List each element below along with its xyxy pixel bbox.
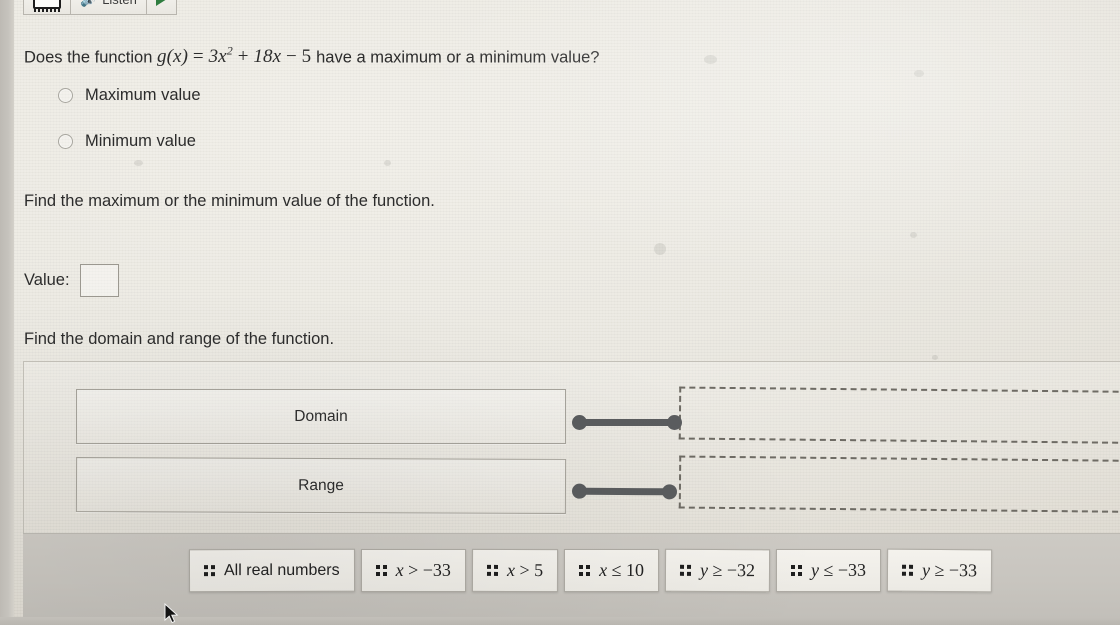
minus-sign: −	[285, 46, 297, 68]
drag-grip-icon[interactable]	[791, 565, 803, 576]
option-label-maximum: Maximum value	[85, 86, 201, 104]
drag-grip-icon[interactable]	[579, 565, 591, 576]
connector-domain	[572, 414, 682, 430]
drag-grip-icon[interactable]	[486, 564, 498, 576]
answer-tile-label: y ≥ −32	[700, 560, 755, 581]
tile-var: x	[506, 559, 515, 580]
answer-tile-x-gt-5[interactable]: x > 5	[471, 548, 559, 593]
speaker-icon: 🔊	[80, 0, 96, 6]
connector-dot-right-domain	[667, 414, 682, 430]
drag-grip-icon[interactable]	[902, 564, 914, 576]
answer-tile-label: All real numbers	[223, 561, 340, 579]
term1-coef: 3	[208, 46, 219, 68]
answer-tile-list: All real numbers x > −33 x > 5 x ≤ 10 y …	[188, 548, 993, 593]
listen-label: Listen	[102, 0, 137, 7]
function-expression: g(x) = 3x2 + 18x − 5	[157, 44, 316, 68]
value-input[interactable]	[79, 264, 119, 297]
connector-bar-range	[584, 487, 665, 495]
tile-num: −33	[837, 560, 867, 580]
find-domain-range-prompt: Find the domain and range of the functio…	[24, 330, 335, 348]
connector-bar-domain	[585, 418, 669, 426]
radio-icon-maximum[interactable]	[58, 88, 73, 103]
equals-sign: =	[192, 46, 204, 68]
answer-tile-all-real-numbers[interactable]: All real numbers	[188, 548, 355, 593]
photo-speck	[932, 355, 938, 360]
option-minimum-value[interactable]: Minimum value	[58, 132, 196, 151]
match-label-domain[interactable]: Domain	[76, 389, 566, 444]
tile-op: >	[408, 560, 419, 580]
tile-op: ≥	[712, 559, 723, 581]
photo-left-border	[0, 0, 14, 625]
answer-tile-y-ge-neg33[interactable]: y ≥ −33	[886, 548, 993, 593]
tile-var: x	[395, 560, 404, 580]
tile-num: 5	[534, 560, 544, 581]
tile-num: −33	[422, 560, 451, 580]
photo-speck	[910, 232, 917, 238]
tile-op: ≤	[611, 560, 622, 580]
drag-grip-icon[interactable]	[679, 564, 691, 576]
play-icon	[155, 0, 167, 6]
tile-num: 10	[625, 560, 644, 580]
question-prefix: Does the function	[24, 48, 153, 67]
answer-tile-label: y ≤ −33	[811, 560, 866, 581]
tile-op: ≤	[823, 560, 834, 580]
matching-panel: Domain Range	[23, 361, 1120, 534]
connector-range	[571, 483, 678, 500]
function-lhs: g(x)	[157, 46, 189, 68]
answer-tile-label: x ≤ 10	[599, 560, 644, 581]
answer-tile-y-ge-neg32[interactable]: y ≥ −32	[664, 548, 771, 593]
play-button[interactable]	[146, 0, 177, 15]
tile-num: −32	[726, 560, 756, 581]
listen-button[interactable]: 🔊 Listen	[71, 0, 147, 15]
keyboard-button[interactable]	[23, 0, 71, 15]
question-text: Does the function g(x) = 3x2 + 18x − 5 h…	[24, 44, 599, 68]
tile-num: −33	[948, 560, 978, 581]
answer-tile-label: x > −33	[396, 560, 451, 581]
match-label-range[interactable]: Range	[75, 457, 567, 514]
match-label-range-text: Range	[298, 476, 344, 494]
mouse-cursor	[164, 603, 179, 624]
tile-var: y	[811, 560, 820, 580]
quiz-page: 🔊 Listen Does the function g(x) = 3x2 + …	[14, 0, 1120, 617]
keyboard-icon	[33, 0, 61, 12]
answer-tile-x-gt-neg33[interactable]: x > −33	[360, 549, 466, 592]
answer-tile-x-le-10[interactable]: x ≤ 10	[564, 549, 659, 592]
term2: 18x	[253, 46, 282, 68]
photo-speck	[134, 160, 143, 166]
tile-var: y	[921, 559, 931, 580]
photo-speck	[654, 243, 666, 255]
tile-op: ≥	[934, 559, 945, 581]
value-row: Value:	[24, 264, 119, 297]
tile-var: x	[599, 560, 608, 580]
answer-tile-y-le-neg33[interactable]: y ≤ −33	[776, 549, 882, 592]
term3: 5	[301, 46, 312, 68]
value-label: Value:	[24, 271, 70, 289]
photo-speck	[914, 70, 924, 77]
connector-dot-right-range	[661, 483, 678, 499]
drag-grip-icon[interactable]	[375, 565, 387, 576]
term1-exponent: 2	[226, 44, 233, 58]
answer-tray: All real numbers x > −33 x > 5 x ≤ 10 y …	[23, 533, 1120, 617]
drag-grip-icon[interactable]	[203, 565, 216, 577]
term1-var: x	[218, 46, 227, 68]
find-value-prompt: Find the maximum or the minimum value of…	[24, 192, 435, 210]
tile-op: >	[519, 560, 530, 581]
answer-tile-label: x > 5	[507, 560, 543, 581]
option-label-minimum: Minimum value	[85, 132, 196, 150]
radio-icon-minimum[interactable]	[58, 134, 73, 149]
photo-speck	[704, 55, 717, 64]
match-label-domain-text: Domain	[294, 407, 348, 425]
drop-zone-domain[interactable]	[678, 386, 1120, 445]
photo-speck	[384, 160, 391, 166]
answer-tile-label: y ≥ −33	[922, 560, 977, 581]
tile-var: y	[699, 559, 709, 580]
question-suffix: have a maximum or a minimum value?	[316, 48, 600, 67]
plus-sign: +	[237, 46, 249, 68]
option-maximum-value[interactable]: Maximum value	[58, 86, 201, 105]
screenshot-root: 🔊 Listen Does the function g(x) = 3x2 + …	[0, 0, 1120, 625]
drop-zone-range[interactable]	[678, 455, 1120, 514]
read-aloud-toolbar: 🔊 Listen	[23, 0, 177, 15]
